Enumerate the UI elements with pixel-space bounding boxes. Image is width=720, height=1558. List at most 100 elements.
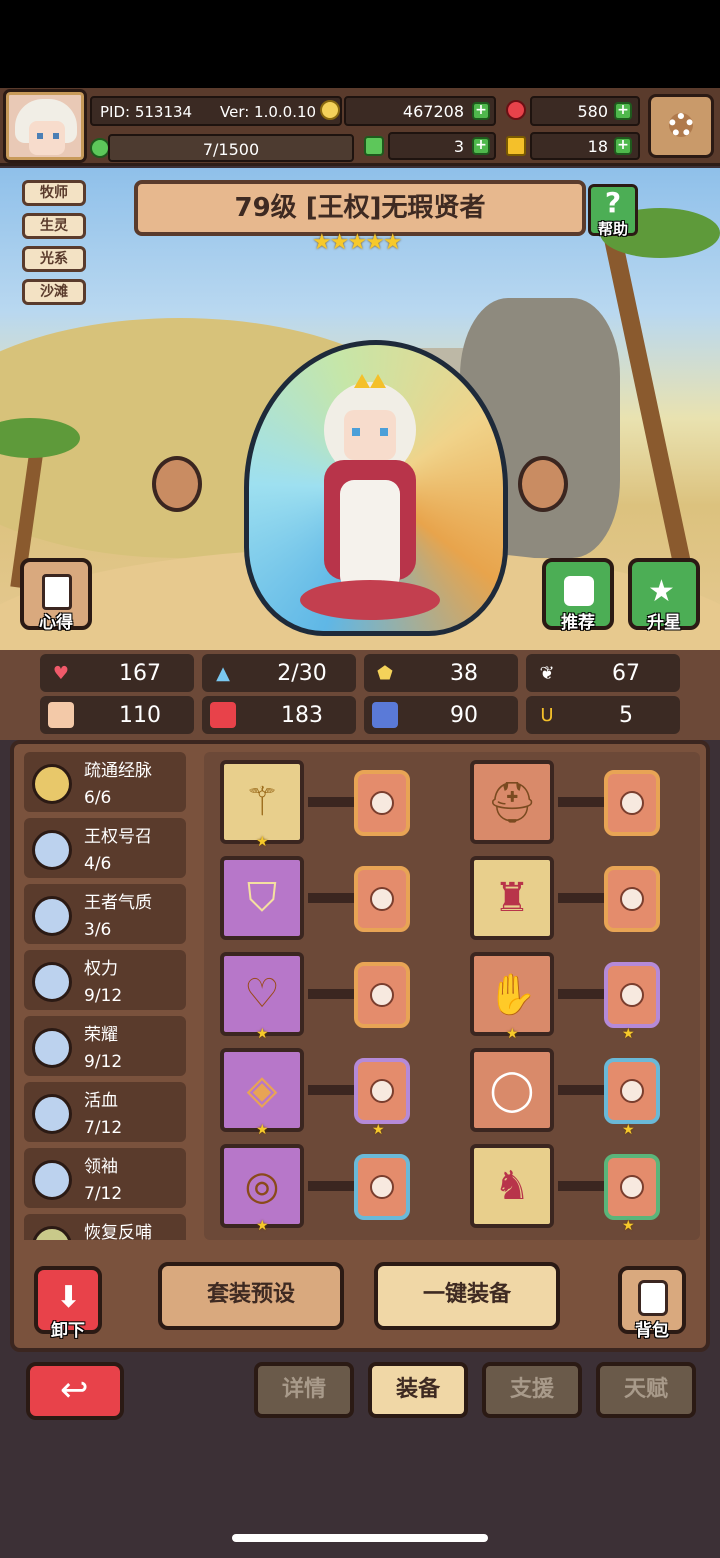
link-bar [308,797,358,807]
rune-icon [370,983,394,1007]
down-arrow-icon: ⬇ [56,1280,82,1315]
armor-slot[interactable]: ♜ [470,856,554,940]
tab-support[interactable]: 支援 [482,1362,582,1418]
stat-mana: ▲ 2/30 [202,654,356,692]
necklace-slot[interactable]: ♡ [220,952,304,1036]
clover-value: 3 [453,137,464,156]
rune-icon [620,983,644,1007]
link-bar [558,1181,608,1191]
skill-item[interactable]: 权力 9/12 [24,950,196,1016]
stat-defense: ⬟ 38 [364,654,518,692]
star-icon: ★ [256,1026,269,1042]
amulet-slot[interactable]: ◈ [220,1048,304,1132]
tab-equipment[interactable]: 装备 [368,1362,468,1418]
thumbs-up-icon [564,576,594,606]
insight-label: 心得 [39,613,73,633]
rune-icon [620,1175,644,1199]
tab-talent[interactable]: 天赋 [596,1362,696,1418]
rune-slot[interactable] [354,866,410,932]
glove-icon: ✋ [487,971,537,1018]
ring-slot[interactable]: ◎ [220,1144,304,1228]
rune-slot[interactable] [604,1154,660,1220]
clover-icon [364,136,384,156]
stat-hp: ♥ 167 [40,654,194,692]
version-label: Ver: 1.0.0.10 [220,103,317,121]
skill-item[interactable]: 王权号召 4/6 [24,818,196,884]
rune-icon [620,1079,644,1103]
skill-item[interactable]: 疏通经脉 6/6 [24,752,196,818]
star-icon: ★ [372,1122,385,1138]
prev-hero-button[interactable] [152,456,202,512]
ruby-gem-icon [506,100,526,120]
rune-slot[interactable] [604,770,660,836]
shield-slot[interactable]: ⛉ [220,856,304,940]
recommend-label: 推荐 [561,613,595,633]
belt-slot[interactable]: ◯ [470,1048,554,1132]
link-bar [558,1085,608,1095]
rune-icon [370,887,394,911]
belt-icon: ◯ [489,1067,535,1113]
bag-label: 背包 [635,1321,669,1341]
add-key-button[interactable]: + [614,137,632,155]
rune-slot[interactable] [354,1058,410,1124]
rune-slot[interactable] [604,866,660,932]
return-arrow-icon: ↩ [60,1370,89,1410]
gloves-slot[interactable]: ✋ [470,952,554,1036]
element-tag: 光系 [22,246,86,272]
link-bar [558,989,608,999]
next-hero-button[interactable] [518,456,568,512]
boots-slot[interactable]: ♞ [470,1144,554,1228]
help-label: 帮助 [597,220,628,238]
skill-item[interactable]: 王者气质 3/6 [24,884,196,950]
hero-character [300,374,440,620]
rune-slot[interactable] [354,962,410,1028]
link-bar [308,1085,358,1095]
star-icon: ★ [622,1122,635,1138]
home-indicator[interactable] [232,1534,488,1542]
unequip-label: 卸下 [51,1321,85,1341]
water-drop-icon: ▲ [216,662,230,684]
gold-value: 467208 [402,102,464,121]
heart-icon: ♥ [52,662,70,684]
pid-label: PID: 513134 [100,103,193,121]
stat-magic: 183 [202,696,356,734]
tab-details[interactable]: 详情 [254,1362,354,1418]
skill-item[interactable]: 荣耀 9/12 [24,1016,196,1082]
back-button[interactable]: ↩ [26,1362,124,1420]
helmet-slot[interactable]: ⛑ [470,760,554,844]
skill-item[interactable]: 恢复反哺 [24,1214,196,1240]
skill-item[interactable]: 领袖 7/12 [24,1148,196,1214]
link-bar [308,1181,358,1191]
horseshoe-icon: U [540,704,554,726]
star-up-label: 升星 [647,613,681,633]
weapon-slot[interactable]: ⚚ [220,760,304,844]
gold-coin-icon [320,100,340,120]
necklace-icon: ♡ [244,971,280,1017]
stat-attack: 110 [40,696,194,734]
settings-button[interactable] [648,94,714,158]
status-bar [0,0,720,88]
add-clover-button[interactable]: + [472,137,490,155]
rune-icon [370,1175,394,1199]
fist-icon [48,702,74,728]
scepter-icon: ⚚ [244,779,280,825]
avatar[interactable] [3,89,87,163]
rune-slot[interactable] [354,770,410,836]
rune-slot[interactable] [604,1058,660,1124]
rune-slot[interactable] [354,1154,410,1220]
add-gold-button[interactable]: + [472,102,490,120]
link-bar [308,989,358,999]
preset-button[interactable]: 套装预设 [158,1262,344,1330]
link-bar [558,797,608,807]
equip-all-button[interactable]: 一键装备 [374,1262,560,1330]
scroll-icon [42,574,72,610]
skill-item[interactable]: 活血 7/12 [24,1082,196,1148]
key-value: 18 [587,137,608,156]
help-icon: ? [604,186,622,219]
hero-title: 79级 [王权]无瑕贤者 [234,193,486,223]
add-gem-button[interactable]: + [614,102,632,120]
rune-slot[interactable] [604,962,660,1028]
skill-list[interactable]: 疏通经脉 6/6 王权号召 4/6 王者气质 3/6 权力 9/12 荣耀 9/12 活血… [24,752,196,1240]
star-icon: ★ [622,1218,635,1234]
stat-agility: 90 [364,696,518,734]
